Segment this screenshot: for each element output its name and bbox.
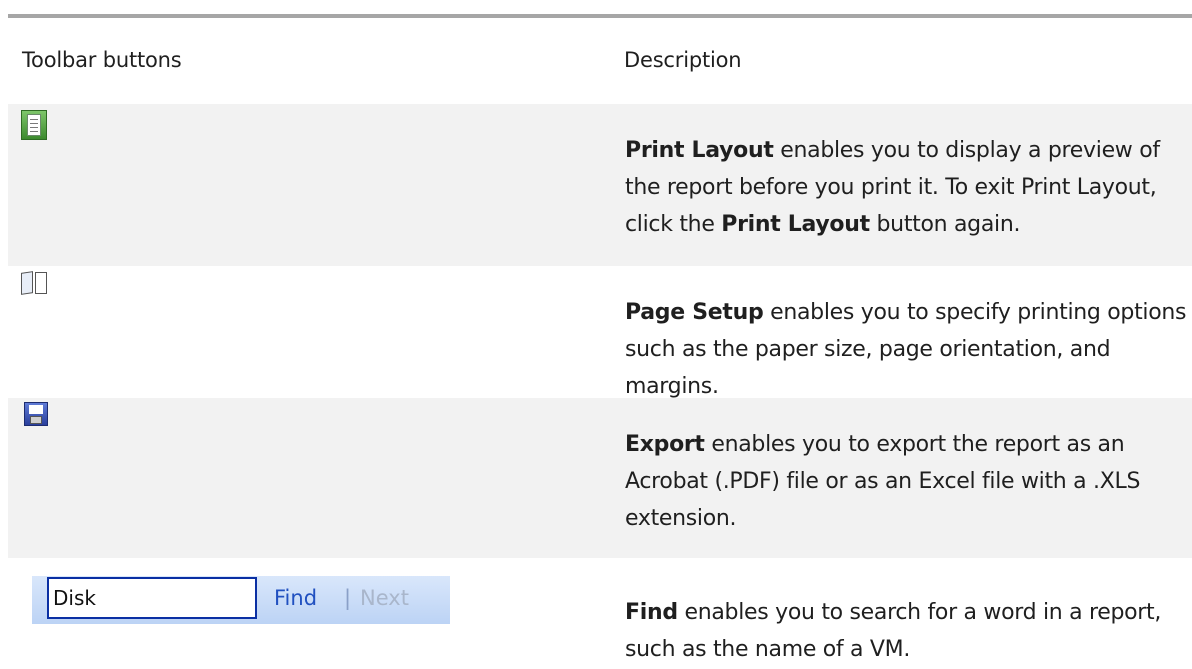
table-row: Page Setup enables you to specify printi…: [8, 266, 1192, 399]
find-separator: |: [344, 586, 352, 610]
print-layout-icon[interactable]: [21, 110, 47, 140]
description-export: Export enables you to export the report …: [625, 432, 1141, 531]
find-button[interactable]: Find: [274, 586, 317, 610]
table-header: Toolbar buttons Description: [8, 18, 1192, 104]
header-toolbar-buttons: Toolbar buttons: [22, 48, 182, 72]
save-icon[interactable]: [24, 402, 48, 426]
next-button[interactable]: Next: [360, 586, 409, 610]
header-description: Description: [624, 48, 742, 72]
find-input[interactable]: [47, 577, 257, 619]
toolbar-buttons-table: Toolbar buttons Description Print Layout…: [8, 14, 1192, 669]
table-row: Export enables you to export the report …: [8, 398, 1192, 558]
find-toolbar: Find | Next: [32, 576, 450, 624]
table-row: Find | Next Find enables you to search f…: [8, 558, 1192, 669]
bold-term: Print Layout: [721, 212, 870, 237]
bold-term: Export: [625, 432, 705, 457]
bold-term: Find: [625, 600, 678, 625]
bold-term: Page Setup: [625, 300, 764, 325]
description-find: Find enables you to search for a word in…: [625, 600, 1162, 662]
table-row: Print Layout enables you to display a pr…: [8, 104, 1192, 266]
description-page-setup: Page Setup enables you to specify printi…: [625, 300, 1187, 399]
page-setup-icon[interactable]: [21, 271, 51, 296]
description-print-layout: Print Layout enables you to display a pr…: [625, 138, 1160, 237]
bold-term: Print Layout: [625, 138, 774, 163]
